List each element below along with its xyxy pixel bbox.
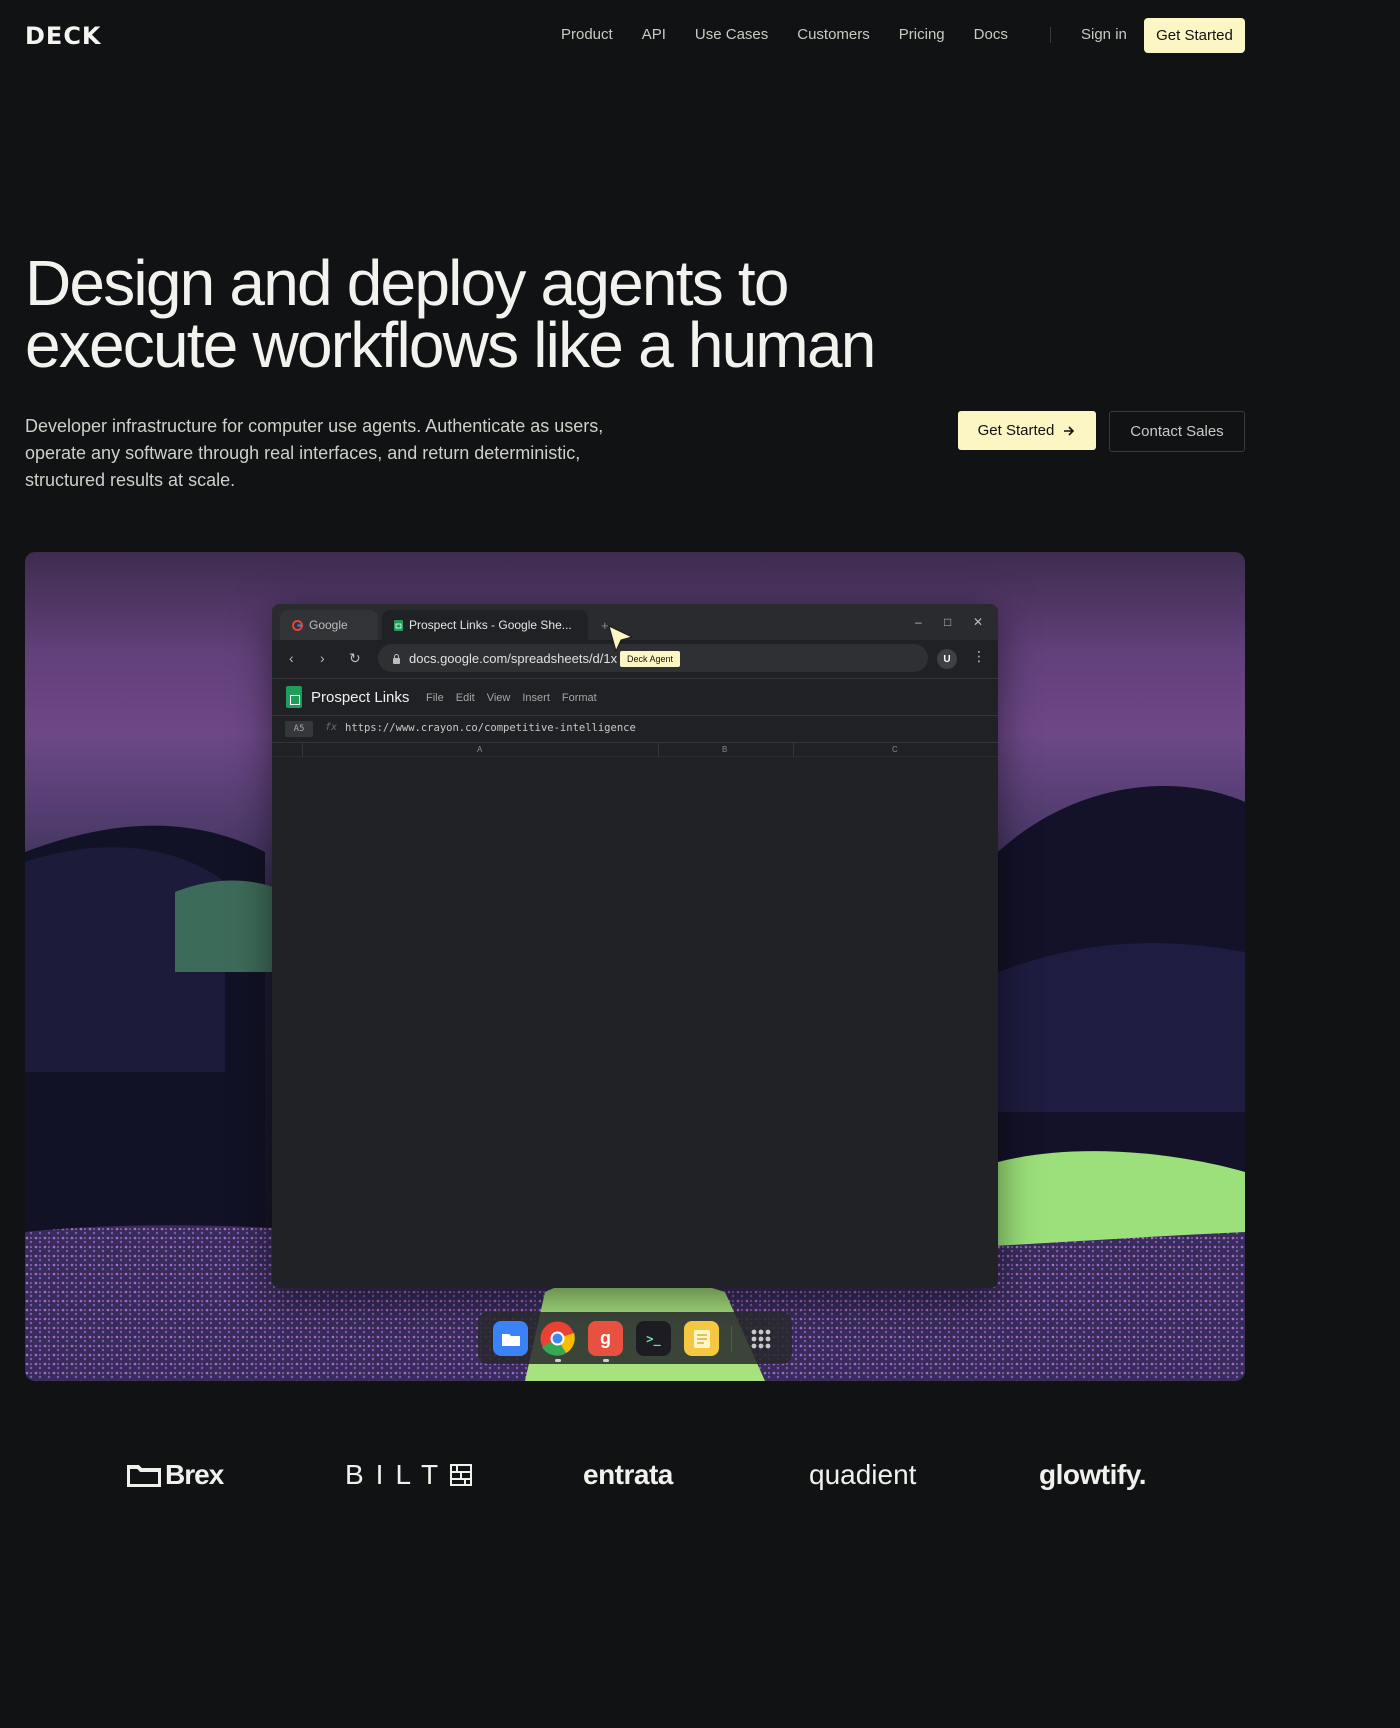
nav-link-docs[interactable]: Docs — [974, 26, 1008, 43]
column-b-header[interactable]: B — [722, 745, 727, 754]
bilt-logo: BILT — [345, 1459, 473, 1491]
nav-link-api[interactable]: API — [642, 26, 666, 43]
product-showcase: Google Prospect Links - Google She... + … — [25, 552, 1245, 1381]
agent-cursor: Deck Agent — [608, 625, 681, 667]
chrome-active-dot — [555, 1359, 561, 1362]
sign-in-link[interactable]: Sign in — [1081, 26, 1127, 43]
menu-format[interactable]: Format — [562, 692, 597, 704]
chrome-icon[interactable] — [540, 1321, 575, 1356]
sheet-grid[interactable] — [272, 757, 998, 1287]
tab-prospect-links-label: Prospect Links - Google She... — [409, 618, 572, 632]
sheet-header: Prospect Links File Edit View Insert For… — [272, 678, 998, 716]
sheet-menu: File Edit View Insert Format — [426, 692, 609, 704]
brex-logo-text: Brex — [165, 1459, 224, 1490]
sheet-title[interactable]: Prospect Links — [311, 689, 409, 706]
bilt-logo-text: BILT — [345, 1459, 451, 1490]
entrata-logo: entrata — [583, 1459, 673, 1490]
url-text: docs.google.com/spreadsheets/d/1x — [409, 650, 618, 666]
glowtify-logo: glowtify. — [1039, 1459, 1146, 1490]
bilt-mark-icon — [450, 1464, 473, 1486]
close-icon[interactable]: ✕ — [973, 615, 983, 629]
terminal-icon[interactable]: >_ — [636, 1321, 671, 1356]
deck-logo[interactable]: DECK — [25, 22, 102, 50]
nav-link-product[interactable]: Product — [561, 26, 613, 43]
formula-input[interactable]: https://www.crayon.co/competitive-intell… — [345, 722, 636, 734]
contact-sales-button[interactable]: Contact Sales — [1109, 411, 1245, 452]
nav-link-use-cases[interactable]: Use Cases — [695, 26, 768, 43]
hero-title-line-1: Design and deploy agents to — [25, 247, 789, 319]
avatar[interactable]: U — [937, 649, 957, 669]
menu-insert[interactable]: Insert — [522, 692, 550, 704]
customer-logos: Brex BILT entrata quadient glowtify. — [0, 1455, 1270, 1505]
column-a-header[interactable]: A — [477, 745, 482, 754]
nav-get-started-button[interactable]: Get Started — [1144, 18, 1245, 53]
hero-subtitle: Developer infrastructure for computer us… — [25, 416, 604, 490]
dock-separator — [731, 1326, 732, 1352]
nav-link-pricing[interactable]: Pricing — [899, 26, 945, 43]
g-app-icon[interactable]: g — [588, 1321, 623, 1356]
formula-bar: A5 fx https://www.crayon.co/competitive-… — [272, 716, 998, 743]
menu-view[interactable]: View — [487, 692, 511, 704]
forward-icon[interactable]: › — [320, 650, 325, 666]
browser-window: Google Prospect Links - Google She... + … — [272, 604, 998, 1288]
agent-label: Deck Agent — [620, 651, 681, 667]
menu-file[interactable]: File — [426, 692, 444, 704]
files-icon[interactable] — [493, 1321, 528, 1356]
hero-title: Design and deploy agents to execute work… — [25, 247, 1025, 381]
sheets-logo-icon — [286, 686, 302, 708]
quadient-logo: quadient — [809, 1459, 917, 1490]
back-icon[interactable]: ‹ — [289, 650, 294, 666]
top-nav: DECK Product API Use Cases Customers Pri… — [0, 0, 1270, 70]
app-grid-icon[interactable] — [743, 1321, 778, 1356]
tab-google[interactable]: Google — [280, 610, 378, 640]
nav-link-customers[interactable]: Customers — [797, 26, 870, 43]
minimize-icon[interactable]: – — [915, 615, 922, 629]
reload-icon[interactable]: ↻ — [349, 650, 361, 667]
tab-prospect-links[interactable]: Prospect Links - Google She... — [382, 610, 588, 640]
nav-links: Product API Use Cases Customers Pricing … — [561, 26, 1037, 43]
fx-icon: fx — [325, 722, 338, 733]
lock-icon — [393, 653, 400, 664]
column-c-header[interactable]: C — [892, 745, 898, 754]
notes-icon[interactable] — [684, 1321, 719, 1356]
hero-get-started-button[interactable]: Get Started — [958, 411, 1096, 450]
sheets-icon — [394, 619, 403, 631]
cursor-icon — [608, 625, 634, 653]
dock: g >_ — [478, 1312, 792, 1364]
brex-logo: Brex — [127, 1459, 224, 1491]
hero-get-started-label: Get Started — [977, 422, 1055, 439]
browser-tab-bar: Google Prospect Links - Google She... + … — [272, 604, 998, 640]
google-icon — [292, 619, 303, 631]
column-headers: A B C — [272, 743, 998, 757]
tab-google-label: Google — [309, 618, 348, 632]
hero-title-line-2: execute workflows like a human — [25, 309, 876, 381]
maximize-icon[interactable]: □ — [944, 615, 951, 629]
more-menu-icon[interactable]: ⋮ — [972, 648, 986, 665]
cell-reference[interactable]: A5 — [285, 721, 313, 737]
g-app-active-dot — [603, 1359, 609, 1362]
menu-edit[interactable]: Edit — [456, 692, 475, 704]
brex-mark-icon — [127, 1465, 161, 1487]
nav-divider — [1050, 27, 1051, 43]
arrow-right-icon — [1064, 425, 1075, 436]
